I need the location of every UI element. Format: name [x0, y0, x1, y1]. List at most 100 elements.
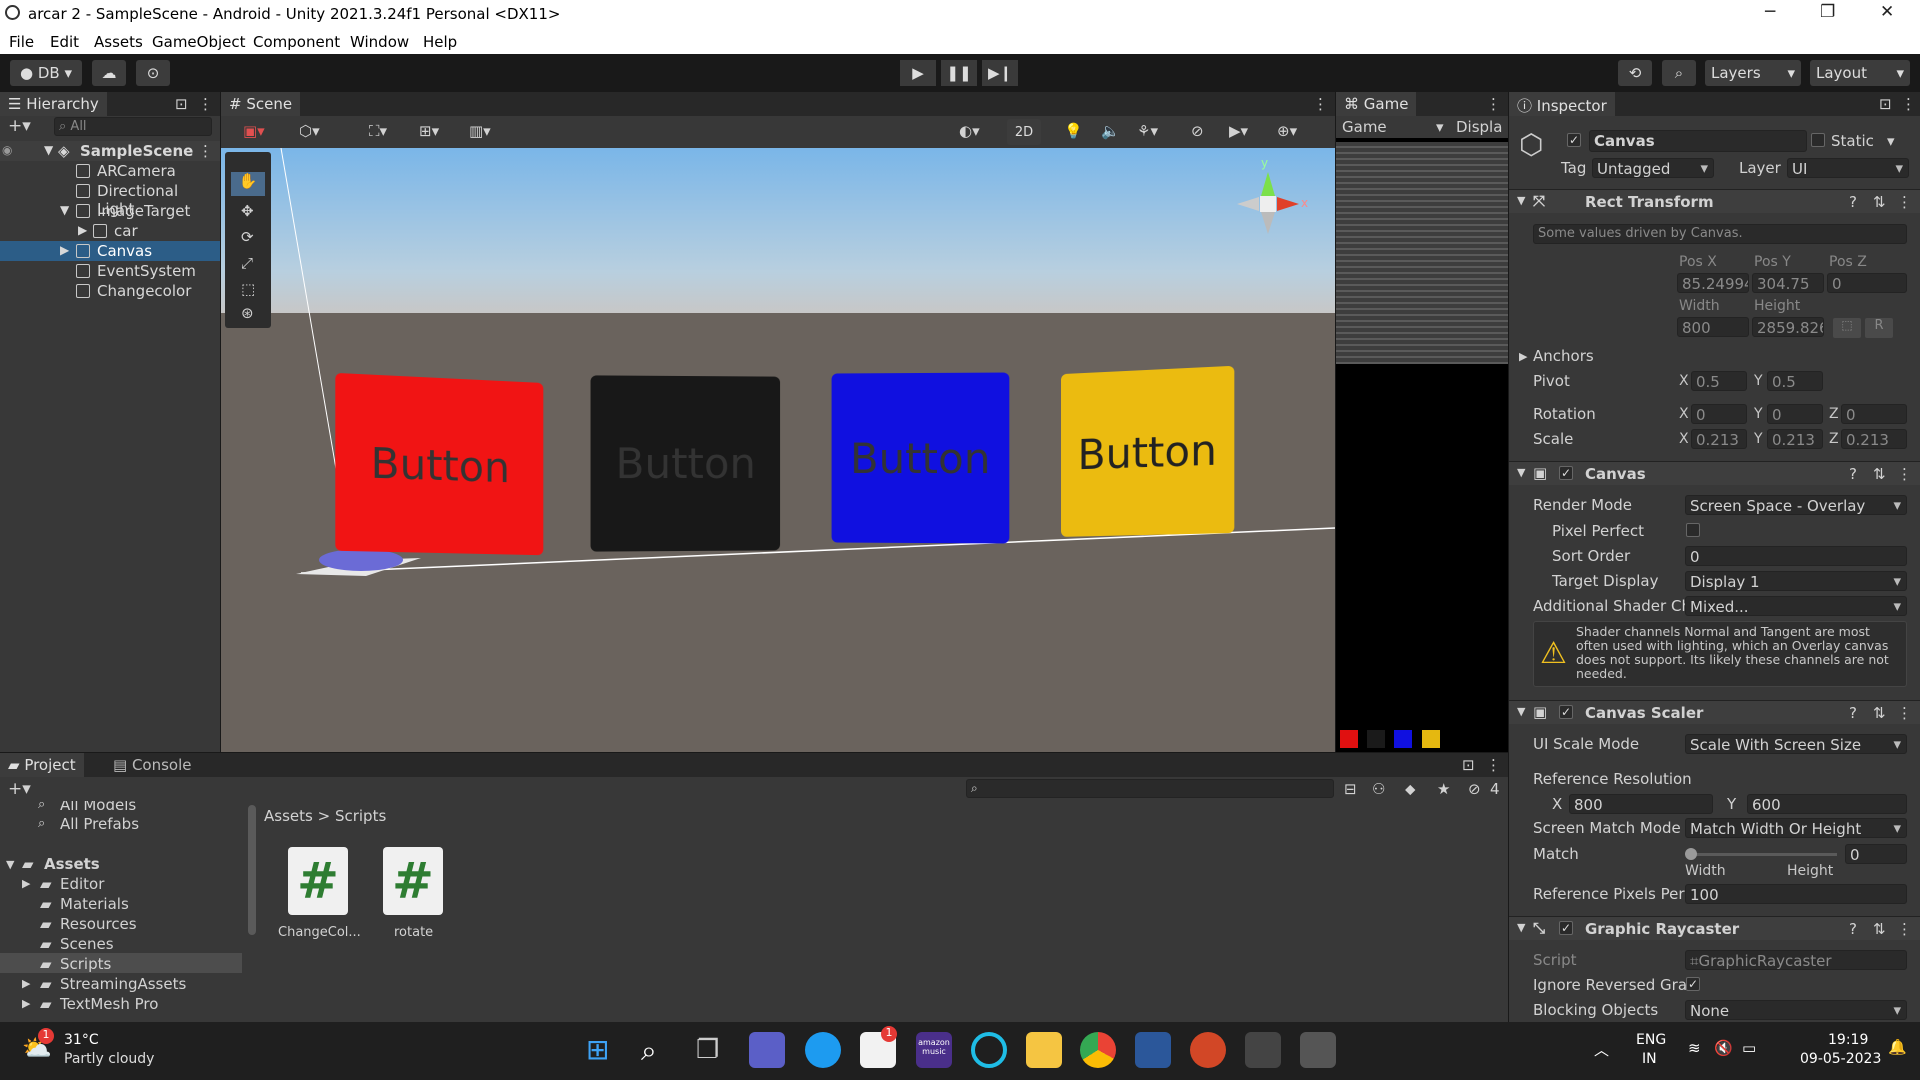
expand-arrow-icon[interactable]: ▼: [44, 143, 53, 157]
scene-button-red[interactable]: Button: [335, 372, 544, 556]
breadcrumb-assets[interactable]: Assets: [264, 807, 313, 825]
ref-y-field[interactable]: 600: [1747, 794, 1907, 814]
preset-icon[interactable]: ⇅: [1873, 920, 1886, 938]
orientation-gizmo[interactable]: y x: [1221, 156, 1311, 246]
unity-editor-icon[interactable]: [1300, 1032, 1336, 1068]
raycaster-enabled-checkbox[interactable]: ✓: [1559, 921, 1573, 935]
posx-field[interactable]: 85.24994: [1677, 273, 1749, 293]
folder-resources[interactable]: Resources: [60, 915, 137, 933]
rect-transform-header[interactable]: ▼ ⤧ Rect Transform ? ⇅ ⋮: [1509, 189, 1920, 213]
expand-arrow-icon[interactable]: ▶: [1519, 350, 1527, 363]
language-primary[interactable]: ENG: [1636, 1032, 1666, 1048]
folder-materials[interactable]: Materials: [60, 895, 129, 913]
match-slider[interactable]: [1685, 848, 1837, 860]
tab-inspector[interactable]: ⓘ Inspector: [1509, 92, 1615, 116]
canvas-enabled-checkbox[interactable]: ✓: [1559, 466, 1573, 480]
lock-icon[interactable]: ⊡: [175, 95, 188, 113]
move-tool-icon[interactable]: ✥: [241, 202, 254, 220]
scale-tool-icon[interactable]: ⤢: [241, 254, 253, 272]
height-field[interactable]: 2859.826: [1752, 317, 1824, 337]
fav-all-models[interactable]: All Models: [60, 801, 136, 814]
reference-pixels-field[interactable]: 100: [1685, 884, 1907, 904]
fav-all-prefabs[interactable]: All Prefabs: [60, 815, 139, 833]
blueprint-icon[interactable]: ⬚: [1833, 318, 1861, 338]
expand-arrow-icon[interactable]: ▶: [60, 243, 69, 257]
increment-snap-icon[interactable]: ▥▾: [469, 122, 491, 140]
pivot-x-field[interactable]: 0.5: [1691, 371, 1747, 391]
hierarchy-item-directional-light[interactable]: Directional Light: [0, 181, 220, 218]
tab-hierarchy[interactable]: ☰ Hierarchy: [0, 92, 107, 116]
wifi-icon[interactable]: ≋: [1688, 1039, 1701, 1057]
favorite-icon[interactable]: ★: [1437, 780, 1450, 798]
raw-edit-button[interactable]: R: [1865, 318, 1893, 338]
expand-arrow-icon[interactable]: ▶: [78, 223, 87, 237]
expand-arrow-icon[interactable]: ▶: [22, 997, 30, 1010]
tag-dropdown[interactable]: Untagged: [1592, 158, 1714, 178]
add-icon[interactable]: +▾: [8, 116, 31, 136]
static-checkbox[interactable]: [1811, 133, 1825, 147]
amazon-music-icon[interactable]: amazon music: [916, 1032, 952, 1068]
posz-field[interactable]: 0: [1827, 273, 1907, 293]
expand-arrow-icon[interactable]: ▶: [22, 977, 30, 990]
menu-window[interactable]: Window: [350, 33, 409, 51]
tab-scene[interactable]: # Scene: [221, 92, 301, 116]
search-icon[interactable]: ⌕: [641, 1034, 657, 1068]
more-icon[interactable]: ⋮: [198, 142, 213, 160]
ui-scale-mode-dropdown[interactable]: Scale With Screen Size: [1685, 734, 1907, 754]
layer-dropdown[interactable]: UI: [1787, 158, 1909, 178]
history-button[interactable]: ⟲: [1618, 60, 1652, 86]
folder-scenes[interactable]: Scenes: [60, 935, 114, 953]
hand-tool-icon[interactable]: ✋: [231, 172, 265, 196]
audio-icon[interactable]: 🔈: [1101, 122, 1120, 140]
filter-icon[interactable]: ⚇: [1372, 780, 1385, 798]
hierarchy-scene-row[interactable]: ◉ ▼ ◈ SampleScene ⋮: [0, 141, 220, 161]
expand-arrow-icon[interactable]: ▼: [1517, 194, 1525, 207]
menu-edit[interactable]: Edit: [50, 33, 79, 51]
shading-mode-icon[interactable]: ◐▾: [959, 122, 980, 140]
alexa-icon[interactable]: [971, 1032, 1007, 1068]
add-icon[interactable]: +▾: [8, 779, 31, 799]
gizmos-icon[interactable]: ⊕▾: [1277, 122, 1297, 140]
more-icon[interactable]: ⋮: [1897, 193, 1912, 211]
canvas-component-header[interactable]: ▼ ▣ ✓ Canvas ? ⇅ ⋮: [1509, 461, 1920, 485]
canvas-scaler-header[interactable]: ▼ ▣ ✓ Canvas Scaler ? ⇅ ⋮: [1509, 700, 1920, 724]
match-value-field[interactable]: 0: [1845, 844, 1907, 864]
sort-order-field[interactable]: 0: [1685, 546, 1907, 566]
breadcrumb-scripts[interactable]: Scripts: [335, 807, 386, 825]
camera-icon[interactable]: ▶▾: [1229, 122, 1248, 140]
search-button[interactable]: ⌕: [1662, 60, 1696, 86]
collab-button[interactable]: ⊙: [136, 60, 170, 86]
more-icon[interactable]: ⋮: [1486, 95, 1501, 113]
object-name-field[interactable]: Canvas: [1589, 130, 1807, 152]
search-by-type-icon[interactable]: ⊟: [1344, 780, 1357, 798]
lock-icon[interactable]: ⊡: [1879, 95, 1892, 113]
transform-tool-icon[interactable]: ⊛: [241, 304, 254, 322]
scale-x-field[interactable]: 0.213: [1691, 429, 1747, 449]
expand-arrow-icon[interactable]: ▶: [22, 877, 30, 890]
expand-arrow-icon[interactable]: ▼: [1517, 705, 1525, 718]
file-explorer-icon[interactable]: [1026, 1032, 1062, 1068]
help-icon[interactable]: ?: [1849, 920, 1857, 938]
expand-arrow-icon[interactable]: ▼: [60, 203, 69, 217]
hierarchy-search-input[interactable]: ⌕ All: [54, 117, 212, 136]
graphic-raycaster-header[interactable]: ▼ ⤡ ✓ Graphic Raycaster ? ⇅ ⋮: [1509, 916, 1920, 940]
more-icon[interactable]: ⋮: [1901, 95, 1916, 113]
rect-tool-icon[interactable]: ⬚: [241, 280, 255, 298]
chevron-down-icon[interactable]: ▾: [1436, 118, 1444, 136]
step-button[interactable]: ▶❙: [982, 60, 1018, 86]
tab-project[interactable]: ▰ Project: [0, 753, 84, 777]
eye-icon[interactable]: ◉: [2, 143, 12, 157]
hidden-packages-icon[interactable]: ⊘: [1468, 780, 1481, 798]
project-search-input[interactable]: ⌕: [966, 779, 1334, 798]
chrome-icon[interactable]: [1080, 1032, 1116, 1068]
hierarchy-item-canvas[interactable]: ▶ Canvas: [0, 241, 220, 261]
posy-field[interactable]: 304.75: [1752, 273, 1824, 293]
clock-date[interactable]: 09-05-2023: [1800, 1051, 1881, 1067]
match-slider-handle[interactable]: [1685, 848, 1697, 860]
layers-dropdown[interactable]: Layers ▾: [1705, 60, 1801, 86]
more-icon[interactable]: ⋮: [1313, 95, 1328, 113]
help-icon[interactable]: ?: [1849, 193, 1857, 211]
assets-root[interactable]: Assets: [44, 855, 100, 873]
menu-gameobject[interactable]: GameObject: [152, 33, 246, 51]
target-display-dropdown[interactable]: Display 1: [1685, 571, 1907, 591]
